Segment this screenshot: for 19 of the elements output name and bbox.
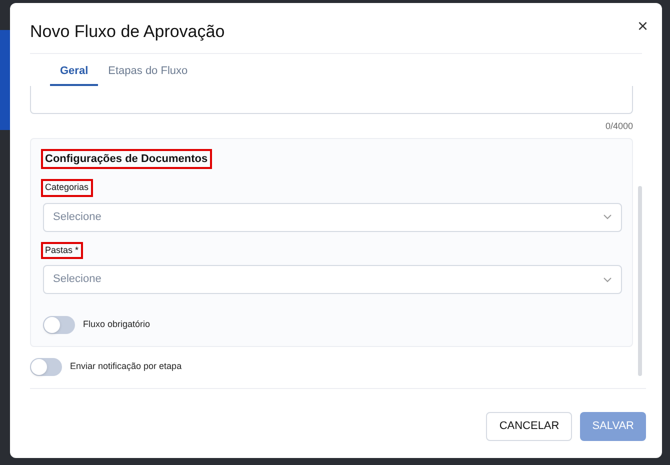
scrollbar[interactable] [638,186,642,376]
chevron-down-icon [603,276,612,282]
tab[interactable]: Etapas do Fluxo [98,58,198,86]
toggle-label: Enviar notificação por etapa [70,360,182,374]
field-label: Pastas * [41,242,83,259]
field-label: Categorias [41,179,93,196]
select-field[interactable]: Selecione [43,265,622,294]
textarea-field[interactable] [30,86,633,114]
dialog-title: Novo Fluxo de Aprovação [30,21,225,43]
cancel-button[interactable]: CANCELAR [486,412,572,441]
character-counter: 0/4000 [605,120,633,133]
tab[interactable]: Geral [50,58,98,86]
chevron-down-icon [603,214,612,220]
toggle-label: Fluxo obrigatório [83,318,150,332]
toggle-switch[interactable] [43,316,75,334]
section-title: Configurações de Documentos [41,148,212,169]
close-button[interactable]: × [637,13,648,40]
select-field[interactable]: Selecione [43,202,622,232]
toggle-switch[interactable] [30,358,62,376]
